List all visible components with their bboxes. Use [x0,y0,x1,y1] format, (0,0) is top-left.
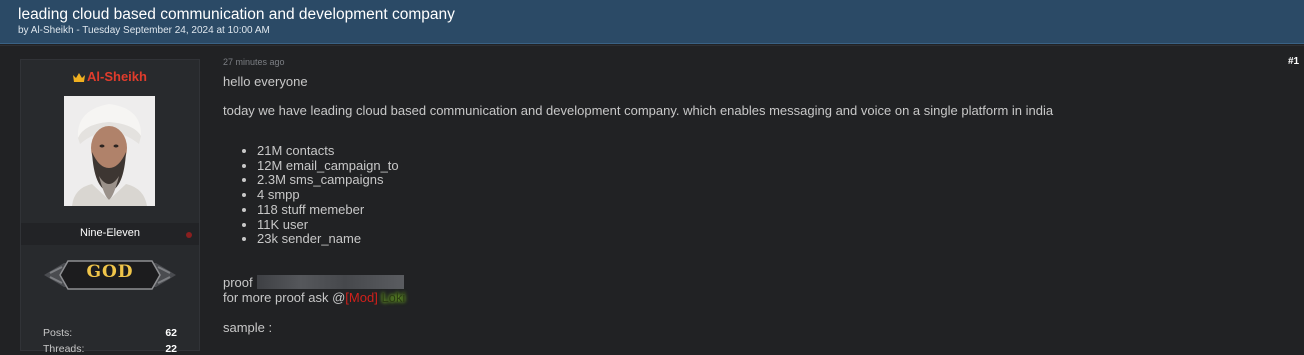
author-sidebar: Al-Sheikh Nine-Eleven GOD Posts: 62 Thre… [20,59,200,355]
list-item: 2.3M sms_campaigns [257,173,399,188]
stat-posts-value[interactable]: 62 [165,327,177,339]
list-item: 23k sender_name [257,232,399,247]
author-username[interactable]: Al-Sheikh [87,69,147,84]
proof-label: proof [223,275,253,290]
author-avatar[interactable] [64,96,155,206]
proof-line: proof [223,275,404,290]
thread-title[interactable]: leading cloud based communication and de… [18,6,455,24]
stat-posts-label: Posts: [43,327,73,339]
rank-label: GOD [86,262,134,282]
post-container: Al-Sheikh Nine-Eleven GOD Posts: 62 Thre… [0,45,1304,355]
list-item: 118 stuff memeber [257,202,399,218]
mod-mention[interactable]: Loki [381,290,405,305]
more-proof-text: for more proof ask @ [223,290,346,305]
thread-byline: by Al-Sheikh - Tuesday September 24, 202… [18,25,270,36]
data-item-list: 21M contacts 12M email_campaign_to 2.3M … [223,143,399,247]
stat-threads-label: Threads: [43,343,85,355]
offline-status-icon [186,232,192,238]
post-timestamp[interactable]: 27 minutes ago [223,57,285,67]
sample-label: sample : [223,320,273,335]
list-item: 12M email_campaign_to [257,158,399,174]
post-intro: today we have leading cloud based commun… [223,103,1054,118]
user-title-row: Nine-Eleven [21,223,199,245]
user-title: Nine-Eleven [80,227,140,239]
stat-threads: Threads: 22 [43,343,177,355]
post-number-link[interactable]: #1 [1288,56,1299,67]
post-greeting: hello everyone [223,74,308,89]
redacted-link [256,275,404,289]
more-proof-line: for more proof ask @[Mod] Loki [223,290,405,305]
list-item: 11K user [257,217,399,233]
stat-posts: Posts: 62 [43,327,177,339]
list-item: 4 smpp [257,187,399,203]
list-item: 21M contacts [257,143,399,159]
rank-badge: GOD [42,257,178,293]
crown-icon [73,73,85,82]
stat-threads-value[interactable]: 22 [165,343,177,355]
mod-tag[interactable]: [Mod] [345,290,378,305]
thread-header: leading cloud based communication and de… [0,0,1304,44]
